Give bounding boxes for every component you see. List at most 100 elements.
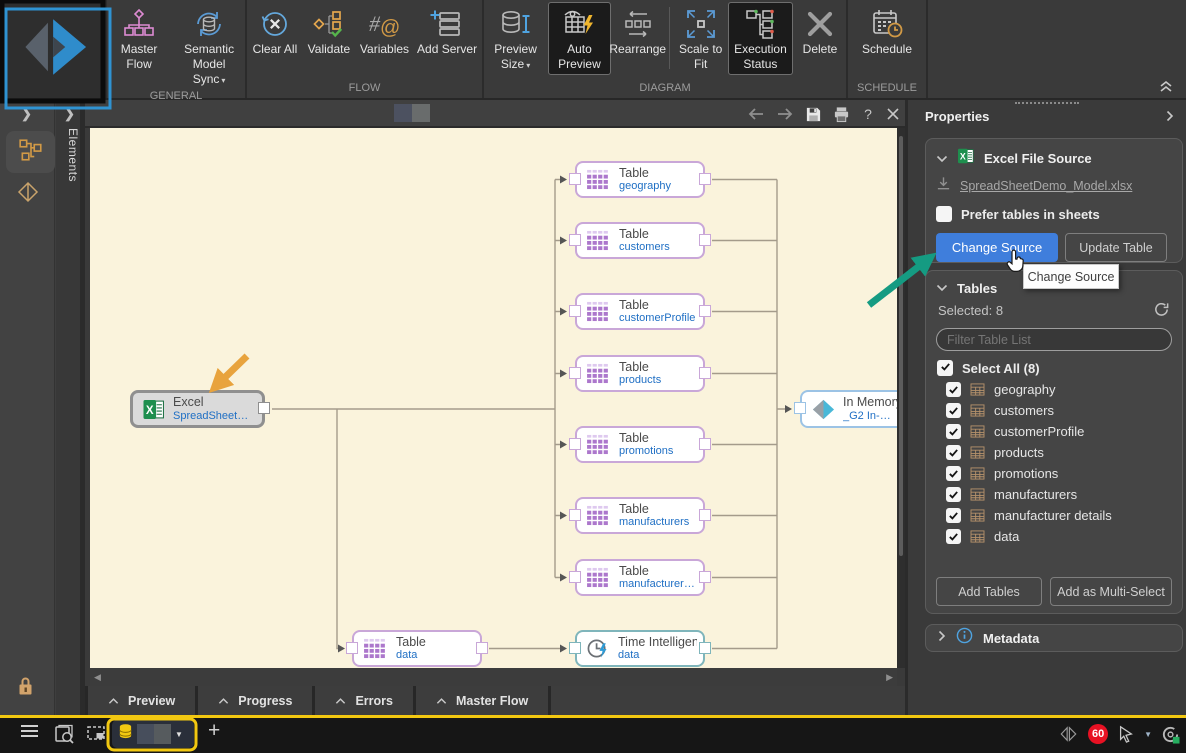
tab-errors[interactable]: Errors (315, 686, 413, 715)
elements-panel-label[interactable]: Elements (56, 128, 80, 182)
table-list-item-data[interactable]: data (936, 526, 1172, 547)
output-port[interactable] (699, 570, 711, 583)
table-checkbox[interactable] (946, 445, 961, 460)
input-port[interactable] (569, 570, 581, 583)
close-icon[interactable] (886, 107, 900, 121)
database-selector[interactable]: ▼ (112, 720, 194, 748)
save-icon[interactable] (805, 106, 822, 123)
table-checkbox[interactable] (946, 424, 961, 439)
ribbon-button-auto-preview[interactable]: Auto Preview (548, 2, 611, 75)
input-port[interactable] (569, 172, 581, 185)
ribbon-button-execution-status[interactable]: Execution Status (727, 2, 794, 75)
chevron-down-icon[interactable] (936, 279, 948, 297)
sidebar-item-flow-elements[interactable] (6, 131, 55, 173)
table-list-item-products[interactable]: products (936, 442, 1172, 463)
output-port[interactable] (699, 366, 711, 379)
node-excel[interactable]: XExcelSpreadSheetDemo_... (130, 390, 270, 428)
ribbon-button-semantic-model-sync[interactable]: Semantic Model Sync ▾ (173, 3, 245, 89)
input-port[interactable] (569, 233, 581, 246)
table-list-item-customerprofile[interactable]: customerProfile (936, 421, 1172, 442)
sidebar-item-validation[interactable] (16, 180, 40, 209)
table-list-item-promotions[interactable]: promotions (936, 463, 1172, 484)
expand-elements-icon[interactable]: ❯ (64, 106, 75, 122)
collapse-properties-icon[interactable] (1166, 109, 1174, 127)
help-icon[interactable]: ? (861, 106, 875, 122)
vertical-scrollbar[interactable] (897, 128, 905, 668)
node-inmem[interactable]: In Memory_G2 In-Memory (794, 390, 897, 428)
connection-status-icon[interactable] (1161, 725, 1180, 744)
add-button[interactable]: + (208, 719, 220, 743)
scroll-right-icon[interactable]: ▶ (886, 672, 893, 683)
table-list-item-customers[interactable]: customers (936, 400, 1172, 421)
tab-master-flow[interactable]: Master Flow (416, 686, 549, 715)
table-checkbox[interactable] (946, 529, 961, 544)
input-port[interactable] (346, 641, 358, 654)
node-t-products[interactable]: Table products (569, 355, 711, 392)
table-checkbox[interactable] (946, 466, 961, 481)
input-port[interactable] (569, 304, 581, 317)
panel-grip[interactable] (1015, 102, 1079, 104)
app-logo[interactable] (0, 0, 107, 98)
filter-table-input[interactable] (936, 328, 1172, 351)
output-port[interactable] (699, 233, 711, 246)
print-icon[interactable] (833, 106, 850, 123)
input-port[interactable] (794, 402, 806, 414)
ribbon-button-master-flow[interactable]: Master Flow (107, 3, 171, 74)
table-list-item-manufacturer-details[interactable]: manufacturer details (936, 505, 1172, 526)
tab-progress[interactable]: Progress (198, 686, 313, 715)
update-table-button[interactable]: Update Table (1065, 233, 1167, 262)
node-t-customerProfile[interactable]: Table customerProfile (569, 293, 711, 330)
table-checkbox[interactable] (946, 403, 961, 418)
select-all-checkbox[interactable] (937, 360, 953, 376)
ribbon-button-schedule[interactable]: Schedule (859, 3, 915, 59)
node-t-manufacturers[interactable]: Table manufacturers (569, 497, 711, 534)
output-port[interactable] (476, 641, 488, 654)
ribbon-button-add-server[interactable]: Add Server (414, 3, 480, 59)
ribbon-button-scale-to-fit[interactable]: Scale to Fit (675, 3, 727, 74)
table-list-item-manufacturers[interactable]: manufacturers (936, 484, 1172, 505)
input-port[interactable] (569, 366, 581, 379)
output-port[interactable] (699, 437, 711, 450)
prefer-tables-checkbox[interactable] (936, 206, 952, 222)
output-port[interactable] (699, 508, 711, 521)
menu-icon[interactable] (20, 724, 39, 738)
table-checkbox[interactable] (946, 487, 961, 502)
ribbon-button-validate[interactable]: Validate (303, 3, 355, 59)
input-port[interactable] (569, 437, 581, 450)
scroll-left-icon[interactable]: ◀ (94, 672, 101, 683)
source-file-link[interactable]: SpreadSheetDemo_Model.xlsx (960, 179, 1132, 193)
chevron-down-icon[interactable] (936, 150, 948, 168)
table-checkbox[interactable] (946, 508, 961, 523)
output-port[interactable] (699, 641, 711, 654)
ribbon-button-variables[interactable]: # @ Variables (357, 3, 412, 59)
add-tables-button[interactable]: Add Tables (936, 577, 1042, 606)
diagram-canvas[interactable]: XExcelSpreadSheetDemo_... Tablegeography T… (90, 128, 897, 668)
add-multi-select-button[interactable]: Add as Multi-Select (1050, 577, 1172, 606)
node-t-promotions[interactable]: Table promotions (569, 426, 711, 463)
caret-down-small-icon[interactable]: ▼ (1144, 730, 1152, 739)
horizontal-scrollbar[interactable]: ◀ ▶ (90, 668, 897, 686)
expand-panel-icon[interactable]: ❯ (21, 106, 32, 122)
change-source-button[interactable]: Change Source (936, 233, 1058, 262)
cursor-outline-icon[interactable] (1117, 725, 1135, 743)
output-port[interactable] (699, 172, 711, 185)
notification-badge[interactable]: 60 (1088, 724, 1109, 744)
node-t-details[interactable]: Tablemanufacturer details... (569, 559, 711, 596)
refresh-tables-icon[interactable] (1153, 301, 1170, 323)
output-port[interactable] (699, 304, 711, 317)
node-t-customers[interactable]: Table customers (569, 222, 711, 259)
node-t-geography[interactable]: Table geography (569, 161, 711, 198)
node-t-data[interactable]: Table data (346, 630, 488, 667)
back-icon[interactable] (747, 107, 765, 121)
forward-icon[interactable] (776, 107, 794, 121)
ribbon-button-rearrange[interactable]: Rearrange (609, 3, 666, 59)
collapse-ribbon-icon[interactable] (1158, 80, 1174, 98)
table-list-item-geography[interactable]: geography (936, 379, 1172, 400)
input-port[interactable] (569, 641, 581, 654)
node-ti[interactable]: Time Intelligence...data (569, 630, 711, 667)
ribbon-button-clear-all[interactable]: Clear All (249, 3, 301, 59)
ribbon-button-delete[interactable]: Delete (794, 3, 846, 59)
metadata-card[interactable]: Metadata (925, 624, 1183, 652)
input-port[interactable] (569, 508, 581, 521)
download-icon[interactable] (936, 176, 951, 196)
